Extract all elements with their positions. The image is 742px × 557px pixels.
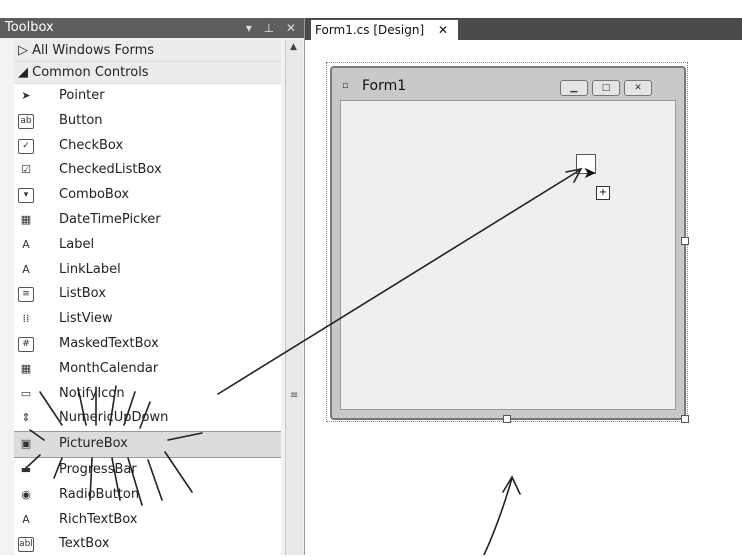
annotation-overlay <box>25 167 583 555</box>
drag-arrow-line <box>217 169 581 395</box>
hint-arrow-line <box>483 477 513 555</box>
